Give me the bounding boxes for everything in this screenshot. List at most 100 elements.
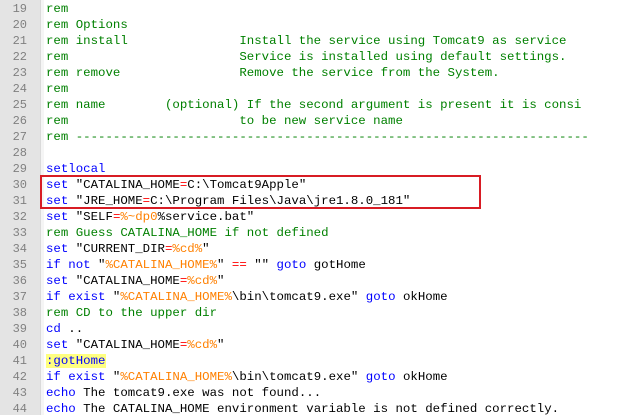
code-token: gotHome bbox=[306, 258, 366, 272]
line-text: rem Options bbox=[46, 17, 128, 33]
code-line[interactable]: 40 set "CATALINA_HOME=%cd%" bbox=[0, 337, 622, 353]
code-token: " bbox=[202, 242, 210, 256]
code-token: rem remove Remove the service from the S… bbox=[46, 66, 500, 80]
code-line[interactable]: 23 rem remove Remove the service from the… bbox=[0, 65, 622, 81]
code-token: rem Options bbox=[46, 18, 128, 32]
line-text: set "SELF=%~dp0%service.bat" bbox=[46, 209, 254, 225]
line-number: 44 bbox=[12, 402, 27, 415]
line-text: rem to be new service name bbox=[46, 113, 403, 129]
code-line[interactable]: 33 rem Guess CATALINA_HOME if not defined bbox=[0, 225, 622, 241]
code-token: "CATALINA_HOME bbox=[68, 274, 180, 288]
line-number: 42 bbox=[12, 370, 27, 384]
code-line[interactable]: 21 rem install Install the service using … bbox=[0, 33, 622, 49]
line-text: set "CURRENT_DIR=%cd%" bbox=[46, 241, 210, 257]
code-token: %cd% bbox=[187, 274, 218, 288]
line-number: 34 bbox=[12, 242, 27, 256]
code-token: == bbox=[231, 258, 247, 272]
code-token: " bbox=[105, 290, 121, 304]
line-text: rem bbox=[46, 81, 68, 97]
code-token: :gotHome bbox=[46, 354, 106, 368]
code-token: goto bbox=[276, 258, 307, 272]
code-token: set bbox=[46, 210, 69, 224]
line-text: echo The CATALINA_HOME environment varia… bbox=[46, 401, 559, 415]
code-token: "CATALINA_HOME bbox=[68, 338, 180, 352]
code-token: okHome bbox=[395, 370, 448, 384]
code-token: %service.bat" bbox=[157, 210, 255, 224]
line-number: 23 bbox=[12, 66, 27, 80]
line-number: 20 bbox=[12, 18, 27, 32]
line-number: 36 bbox=[12, 274, 27, 288]
line-text: rem Service is installed using default s… bbox=[46, 49, 567, 65]
code-line[interactable]: 42 if exist "%CATALINA_HOME%\bin\tomcat9.… bbox=[0, 369, 622, 385]
line-text: echo The tomcat9.exe was not found... bbox=[46, 385, 321, 401]
code-token: "SELF bbox=[68, 210, 113, 224]
code-line[interactable]: 43 echo The tomcat9.exe was not found... bbox=[0, 385, 622, 401]
code-token: rem Service is installed using default s… bbox=[46, 50, 567, 64]
line-number: 32 bbox=[12, 210, 27, 224]
code-token: .. bbox=[60, 322, 84, 336]
code-line[interactable]: 36 set "CATALINA_HOME=%cd%" bbox=[0, 273, 622, 289]
code-line[interactable]: 32 set "SELF=%~dp0%service.bat" bbox=[0, 209, 622, 225]
line-number: 21 bbox=[12, 34, 27, 48]
line-text: set "CATALINA_HOME=%cd%" bbox=[46, 273, 224, 289]
code-token: " bbox=[90, 258, 106, 272]
code-token: if not bbox=[46, 258, 91, 272]
code-token: %CATALINA_HOME% bbox=[120, 290, 232, 304]
code-token: rem name (optional) If the second argume… bbox=[46, 98, 582, 112]
line-number: 26 bbox=[12, 114, 27, 128]
code-token: echo bbox=[46, 386, 76, 400]
code-token: cd bbox=[46, 322, 61, 336]
line-text: if exist "%CATALINA_HOME%\bin\tomcat9.ex… bbox=[46, 289, 448, 305]
code-line[interactable]: 26 rem to be new service name bbox=[0, 113, 622, 129]
code-line[interactable]: 19 rem bbox=[0, 1, 622, 17]
code-token: goto bbox=[365, 290, 396, 304]
code-editor[interactable]: 19 rem 20 rem Options 21 rem install Install … bbox=[0, 0, 622, 415]
line-text: rem Guess CATALINA_HOME if not defined bbox=[46, 225, 329, 241]
code-token: set bbox=[46, 274, 69, 288]
line-text: rem name (optional) If the second argume… bbox=[46, 97, 581, 113]
code-token: "" bbox=[246, 258, 277, 272]
code-line[interactable]: 20 rem Options bbox=[0, 17, 622, 33]
code-token: okHome bbox=[395, 290, 448, 304]
code-token: set bbox=[46, 338, 69, 352]
code-line[interactable]: 35 if not "%CATALINA_HOME%" == "" goto go… bbox=[0, 257, 622, 273]
code-line[interactable]: 38 rem CD to the upper dir bbox=[0, 305, 622, 321]
code-line[interactable]: 25 rem name (optional) If the second argu… bbox=[0, 97, 622, 113]
code-line[interactable]: 24 rem bbox=[0, 81, 622, 97]
line-text: rem install Install the service using To… bbox=[46, 33, 567, 49]
line-text: cd .. bbox=[46, 321, 83, 337]
line-number: 43 bbox=[12, 386, 27, 400]
code-line[interactable]: 22 rem Service is installed using default… bbox=[0, 49, 622, 65]
code-token: "CURRENT_DIR bbox=[68, 242, 165, 256]
line-number: 37 bbox=[12, 290, 27, 304]
code-token: rem install Install the service using To… bbox=[46, 34, 567, 48]
code-token: rem bbox=[46, 82, 69, 96]
code-token: rem CD to the upper dir bbox=[46, 306, 218, 320]
code-token: " bbox=[217, 338, 225, 352]
code-token: %CATALINA_HOME% bbox=[105, 258, 218, 272]
line-number: 27 bbox=[12, 130, 27, 144]
code-line[interactable]: 28 bbox=[0, 145, 622, 161]
code-token: if exist bbox=[46, 290, 106, 304]
line-number: 29 bbox=[12, 162, 27, 176]
line-text: :gotHome bbox=[46, 353, 106, 369]
line-text: set "CATALINA_HOME=%cd%" bbox=[46, 337, 224, 353]
code-token: goto bbox=[365, 370, 396, 384]
line-number: 41 bbox=[12, 354, 27, 368]
code-line[interactable]: 34 set "CURRENT_DIR=%cd%" bbox=[0, 241, 622, 257]
code-token: rem bbox=[46, 2, 69, 16]
code-token: The CATALINA_HOME environment variable i… bbox=[75, 402, 560, 415]
code-token: rem Guess CATALINA_HOME if not defined bbox=[46, 226, 329, 240]
code-line[interactable]: 44 echo The CATALINA_HOME environment var… bbox=[0, 401, 622, 415]
code-token: " bbox=[105, 370, 121, 384]
line-number: 22 bbox=[12, 50, 27, 64]
code-line[interactable]: 41 :gotHome bbox=[0, 353, 622, 369]
line-number: 19 bbox=[12, 2, 27, 16]
code-line[interactable]: 39 cd .. bbox=[0, 321, 622, 337]
line-number: 24 bbox=[12, 82, 27, 96]
line-text: rem remove Remove the service from the S… bbox=[46, 65, 500, 81]
line-text: rem bbox=[46, 1, 68, 17]
code-line[interactable]: 37 if exist "%CATALINA_HOME%\bin\tomcat9.… bbox=[0, 289, 622, 305]
code-line[interactable]: 27 rem ----------------------------------… bbox=[0, 129, 622, 145]
line-number: 25 bbox=[12, 98, 27, 112]
